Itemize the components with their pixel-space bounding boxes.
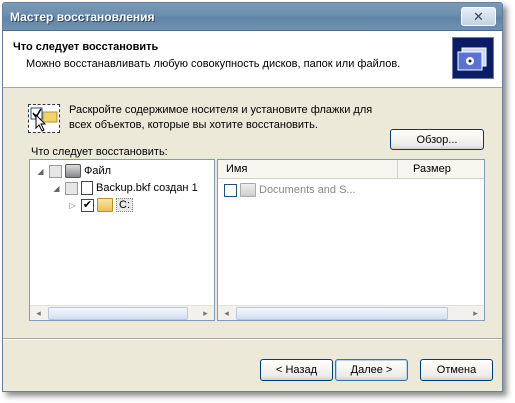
cancel-button[interactable]: Отмена: [420, 359, 493, 381]
tree-item-backup[interactable]: ◢ Backup.bkf создан 1: [52, 180, 198, 196]
folder-icon: [240, 183, 256, 197]
folder-icon: [97, 198, 113, 212]
tree-item-file[interactable]: ◢ Файл: [36, 163, 111, 179]
checkbox[interactable]: [224, 183, 237, 197]
scroll-thumb[interactable]: [236, 307, 448, 320]
instruction-line-2: всех объектов, которые вы хотите восстан…: [69, 119, 318, 131]
checkbox[interactable]: [49, 164, 62, 178]
instruction-line-1: Раскройте содержимое носителя и установи…: [69, 104, 373, 116]
close-button[interactable]: ✕: [461, 7, 496, 26]
list-item-name: Documents and S...: [259, 184, 356, 196]
header-subtitle: Можно восстанавливать любую совокупность…: [26, 58, 401, 70]
list-item[interactable]: Documents and S...: [224, 183, 356, 197]
column-header-name[interactable]: Имя: [218, 160, 398, 179]
scroll-left-icon[interactable]: ◂: [31, 307, 46, 320]
tree-item-drive-c[interactable]: ▷ ✔ C:: [68, 197, 133, 213]
backup-file-icon: [81, 181, 93, 195]
tree-label: Что следует восстановить:: [31, 146, 168, 158]
checkbox[interactable]: [65, 181, 78, 195]
window-title: Мастер восстановления: [10, 10, 155, 24]
header-title: Что следует восстановить: [13, 41, 159, 53]
instruction-text: Раскройте содержимое носителя и установи…: [69, 103, 389, 133]
footer-divider: [3, 338, 502, 340]
folder-selection-hint-icon: [28, 104, 60, 133]
browse-button[interactable]: Обзор...: [390, 129, 484, 150]
file-list[interactable]: Имя Размер Documents and S... ◂ ▸: [217, 159, 485, 321]
back-button[interactable]: < Назад: [260, 359, 333, 381]
scroll-right-icon[interactable]: ▸: [198, 307, 213, 320]
collapse-icon[interactable]: ◢: [36, 167, 45, 176]
list-header: Имя Размер: [218, 160, 484, 179]
tree-item-label: Backup.bkf создан 1: [96, 182, 198, 194]
file-media-icon: [65, 164, 81, 178]
scroll-thumb[interactable]: [48, 307, 188, 320]
scroll-right-icon[interactable]: ▸: [468, 307, 483, 320]
collapse-icon[interactable]: ◢: [52, 184, 61, 193]
tree-item-label: Файл: [84, 165, 112, 177]
restore-wizard-window: Мастер восстановления ✕ Что следует восс…: [2, 2, 503, 392]
title-bar[interactable]: Мастер восстановления ✕: [3, 3, 502, 31]
wizard-header: Что следует восстановить Можно восстанав…: [3, 31, 502, 88]
restore-tree[interactable]: ◢ Файл ◢ Backup.bkf создан 1 ▷ ✔ C: ◂ ▸: [29, 159, 215, 321]
tree-item-label: C:: [116, 198, 133, 212]
tree-horizontal-scrollbar[interactable]: ◂ ▸: [30, 305, 214, 320]
backup-wizard-icon: [452, 37, 494, 79]
list-horizontal-scrollbar[interactable]: ◂ ▸: [218, 305, 484, 320]
next-button[interactable]: Далее >: [335, 359, 408, 381]
checkbox-checked[interactable]: ✔: [81, 198, 94, 212]
scroll-left-icon[interactable]: ◂: [219, 307, 234, 320]
expand-icon[interactable]: ▷: [68, 201, 77, 210]
column-header-size[interactable]: Размер: [399, 160, 485, 179]
